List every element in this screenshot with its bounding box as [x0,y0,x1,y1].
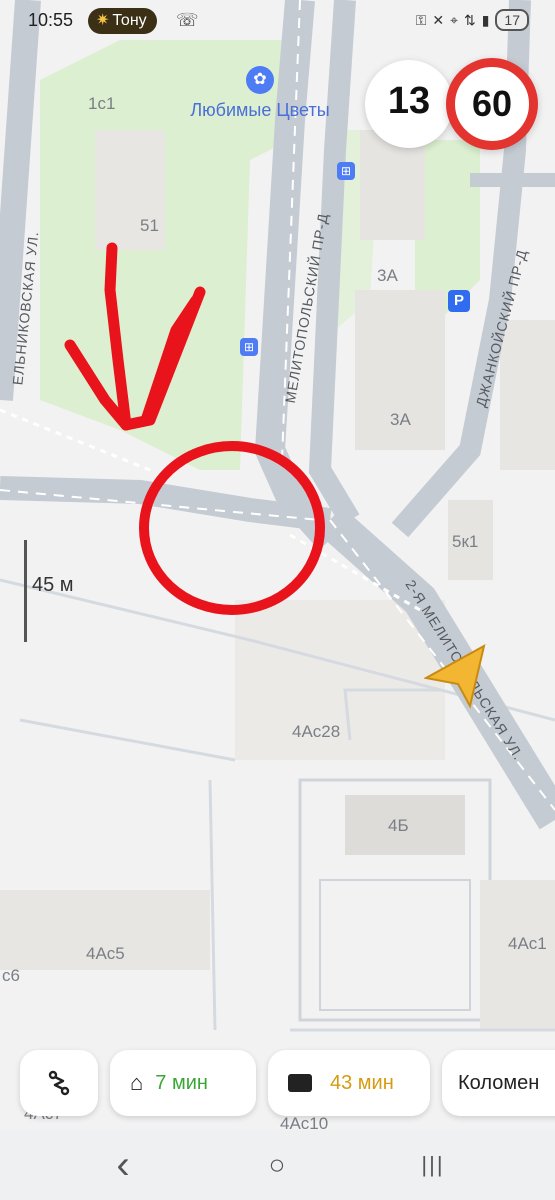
parking-icon[interactable]: P [448,290,470,312]
mute-icon: ✕ [432,11,445,28]
poi-flowers[interactable]: ✿ Любимые Цветы [170,66,350,121]
map-view[interactable]: 1с1 51 3А 3А 5к1 4Ас28 4Б 4Ас5 4Ас1 с6 4… [0,0,555,1130]
bus-stop-icon[interactable]: ⊞ [240,338,258,356]
current-speed: 13 [387,80,431,122]
building-label-1c1: 1с1 [88,94,116,113]
status-icons: ⚿ ✕ ⌖ ⇅ ▮ 17 [416,9,529,31]
building-label-5k1: 5к1 [452,532,479,551]
scale-bar [24,540,27,642]
route-button[interactable] [20,1050,98,1116]
signal-4g-icon: ⇅ [463,11,476,28]
home-circle-icon: ○ [268,1149,286,1180]
status-time: 10:55 [28,10,74,30]
status-pill-label: Тону [112,12,147,29]
building-label-c6: с6 [2,966,20,985]
location-icon: ⌖ [450,11,458,28]
building-label-4ac28: 4Ас28 [292,722,341,741]
quick-routes-panel: ⌂ 7 мин 43 мин Коломен [0,1040,555,1130]
home-route-time: 7 мин [155,1071,208,1094]
work-route-button[interactable]: 43 мин [268,1050,430,1116]
scale-label: 45 м [32,574,74,596]
briefcase-icon [288,1074,312,1092]
home-button[interactable]: ○ [252,1148,302,1182]
destination-label: Коломен [458,1071,540,1094]
building-label-4ac1: 4Ас1 [508,934,547,953]
battery-level: 17 [504,12,520,28]
home-route-button[interactable]: ⌂ 7 мин [110,1050,256,1116]
building-label-3a-top: 3А [377,266,398,285]
map-canvas [0,0,555,1130]
building-label-4b: 4Б [388,816,409,835]
work-route-time: 43 мин [330,1071,394,1094]
signal-bars-icon: ▮ [481,11,490,28]
speed-limit-sign: 60 [446,58,538,150]
status-pill[interactable]: ✷ Тону [88,8,157,34]
flower-shop-icon: ✿ [246,66,274,94]
building-label-51: 51 [140,216,159,235]
poi-name: Любимые Цветы [190,100,330,120]
recents-icon: ||| [421,1152,445,1177]
key-icon: ⚿ [415,11,427,28]
destination-route-button[interactable]: Коломен [442,1050,555,1116]
back-button[interactable]: ‹ [98,1143,148,1187]
call-icon: ☏ [176,10,199,30]
navigation-cursor-icon [424,644,486,709]
system-navigation-bar: ‹ ○ ||| [0,1130,555,1200]
recents-button[interactable]: ||| [408,1148,458,1182]
route-icon [48,1070,70,1096]
battery-icon: 17 [495,9,529,31]
home-icon: ⌂ [130,1070,144,1095]
status-bar: 10:55 ✷ Тону ☏ ⚿ ✕ ⌖ ⇅ ▮ 17 [0,0,555,44]
building-label-3a-bottom: 3А [390,410,411,429]
bus-stop-icon[interactable]: ⊞ [337,162,355,180]
sun-icon: ✷ [96,12,110,29]
speed-limit-value: 60 [471,83,513,124]
back-icon: ‹ [116,1142,130,1187]
building-label-4ac5: 4Ас5 [86,944,125,963]
